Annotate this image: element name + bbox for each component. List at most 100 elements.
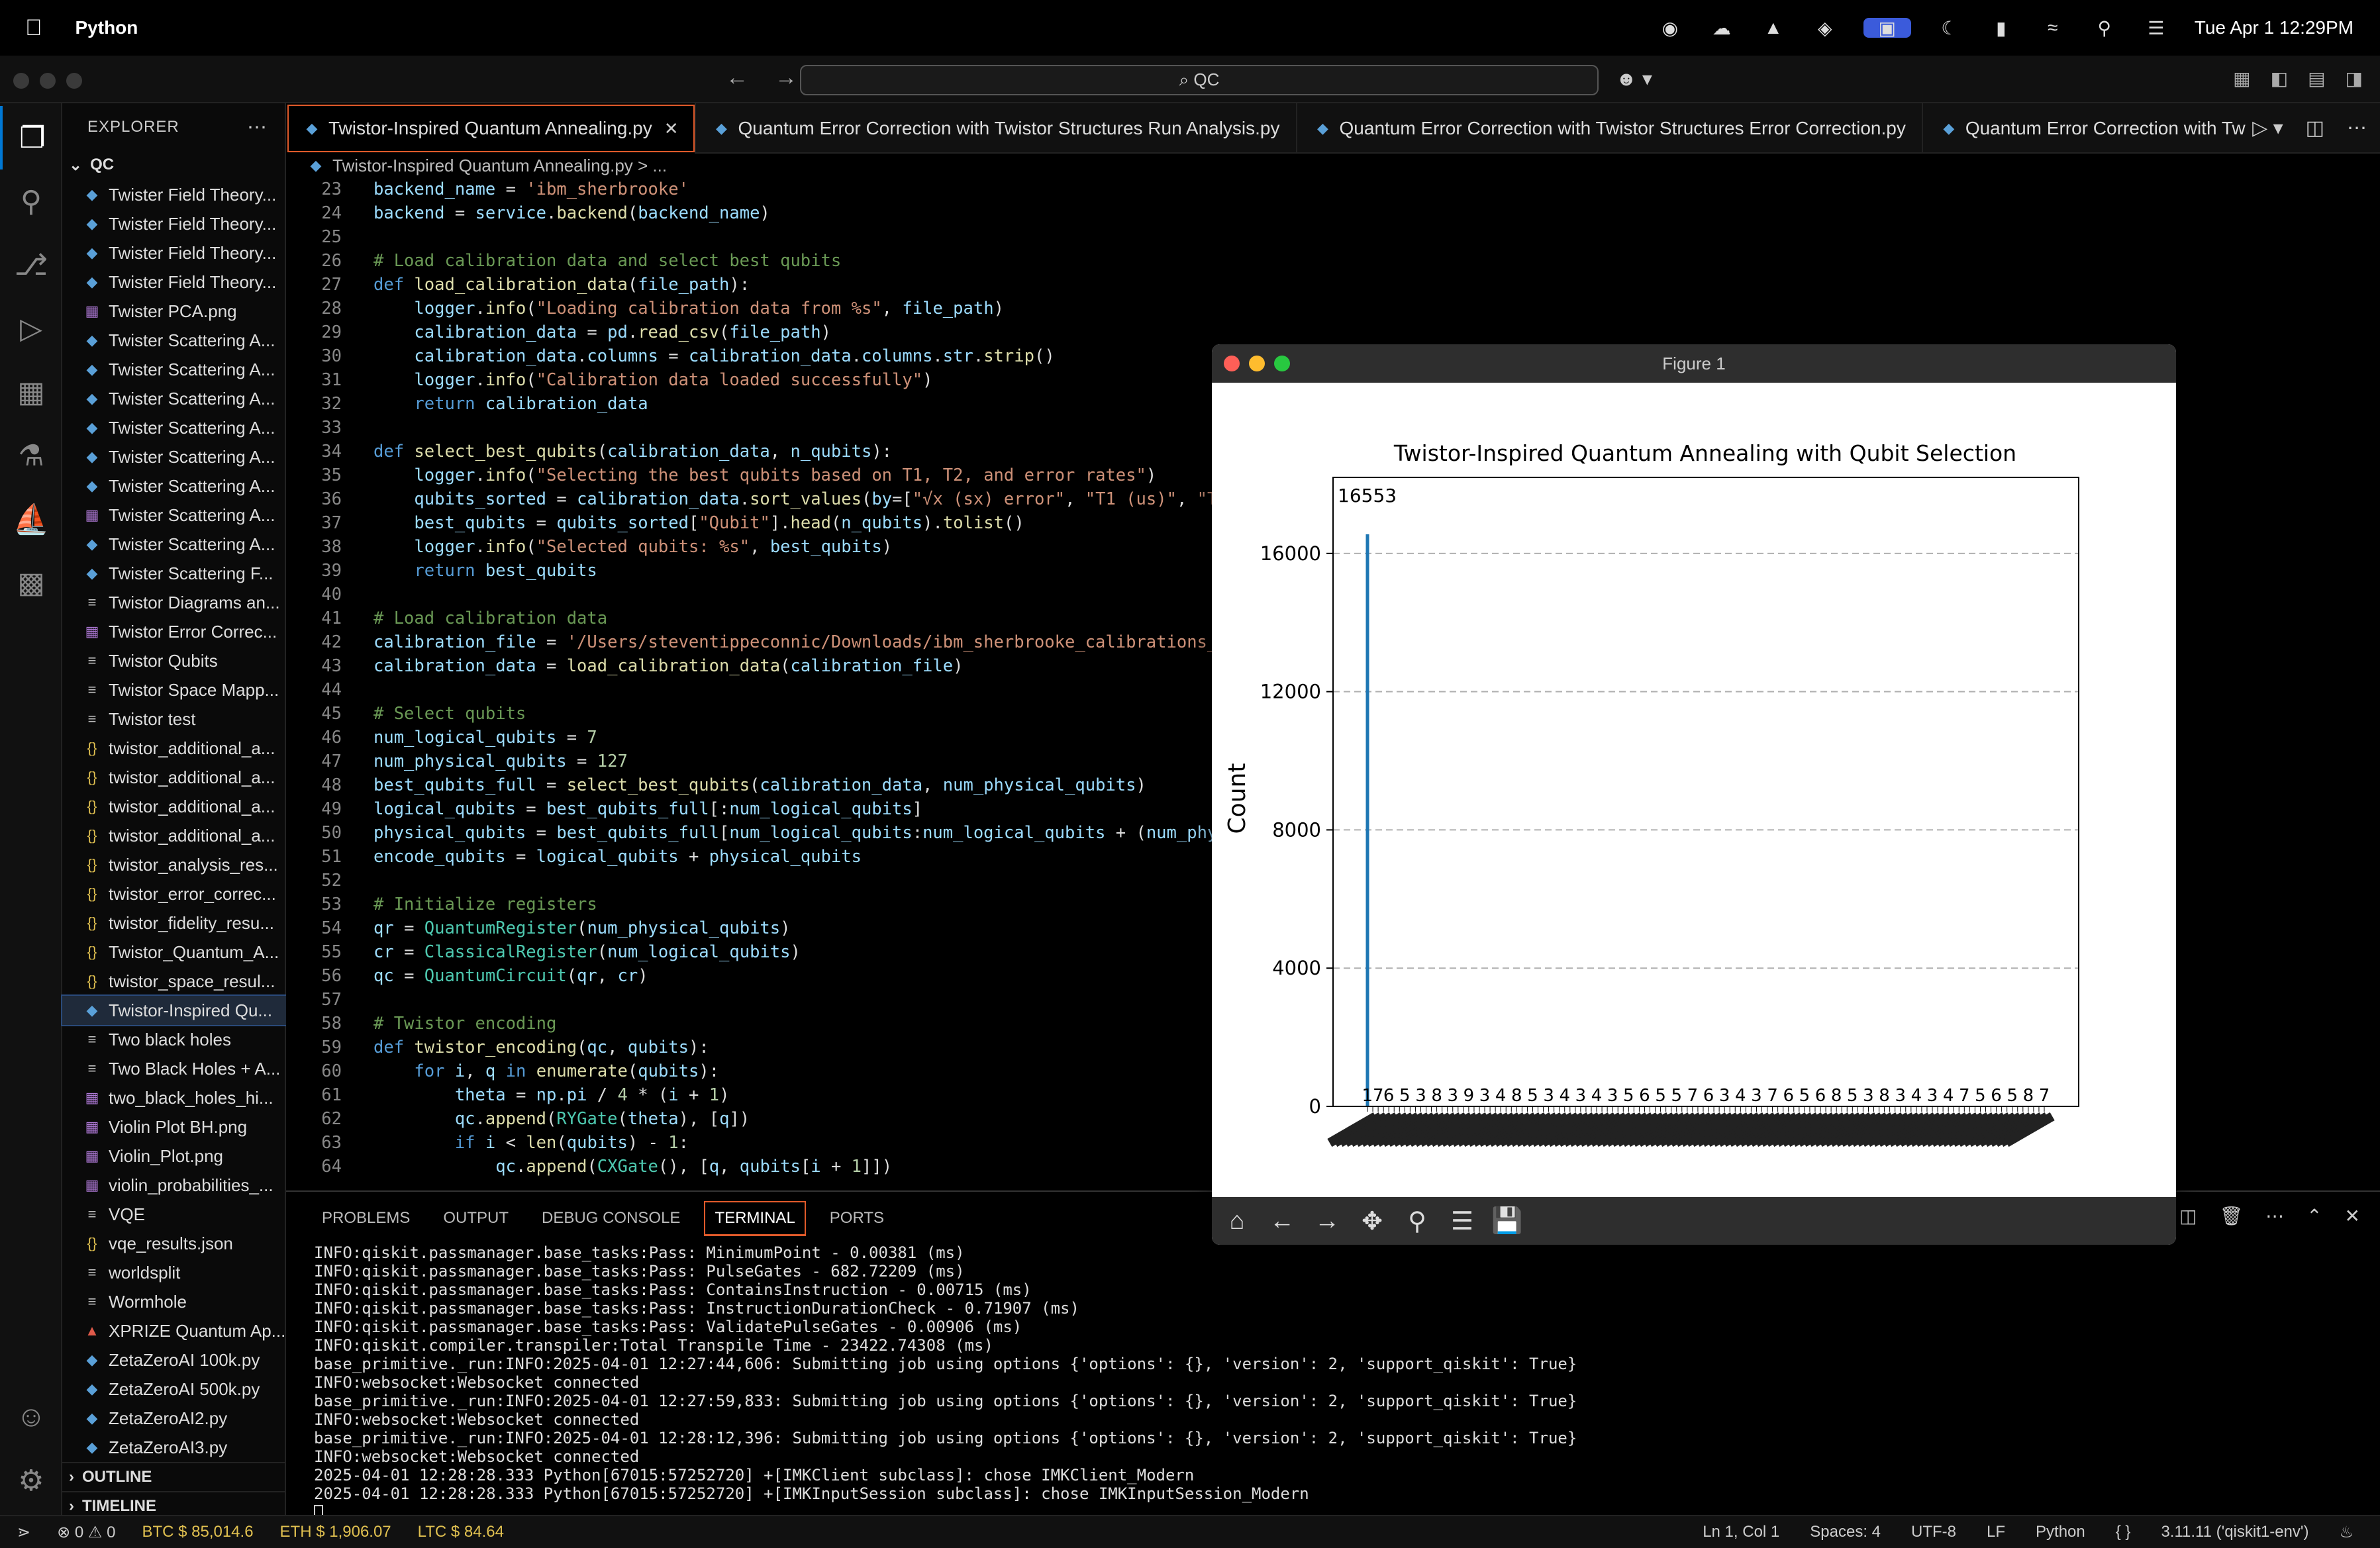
code-line[interactable]: 24 backend = service.backend(backend_name… bbox=[286, 201, 2380, 225]
active-app-name[interactable]: Python bbox=[75, 17, 138, 38]
file-item[interactable]: {} twistor_additional_a... bbox=[62, 763, 286, 792]
docker-whale-icon[interactable]: ⛵ bbox=[0, 487, 62, 551]
outline-section[interactable]: › OUTLINE bbox=[62, 1462, 286, 1491]
wifi-icon[interactable]: ≈ bbox=[2040, 17, 2066, 38]
testing-flask-icon[interactable]: ⚗ bbox=[0, 424, 62, 487]
brain-icon[interactable]: ◉ bbox=[1657, 18, 1683, 38]
close-panel-icon[interactable]: ✕ bbox=[2345, 1205, 2360, 1227]
file-item[interactable]: ▲ XPRIZE Quantum Ap... bbox=[62, 1316, 286, 1345]
window-zoom-button[interactable] bbox=[66, 73, 82, 89]
back-arrow-icon[interactable]: ← bbox=[726, 65, 748, 91]
window-minimize-button[interactable] bbox=[40, 73, 56, 89]
file-item[interactable]: ◆ Twister Scattering A... bbox=[62, 413, 286, 442]
file-item[interactable]: ◆ ZetaZeroAI 100k.py bbox=[62, 1345, 286, 1375]
account-icon[interactable]: ☺ bbox=[0, 1385, 62, 1449]
file-item[interactable]: ◆ ZetaZeroAI2.py bbox=[62, 1404, 286, 1433]
terminal-output[interactable]: INFO:qiskit.passmanager.base_tasks:Pass:… bbox=[314, 1243, 2367, 1522]
tab-problems[interactable]: PROBLEMS bbox=[313, 1202, 419, 1234]
figure-titlebar[interactable]: Figure 1 bbox=[1212, 344, 2176, 383]
file-item[interactable]: ≡ Wormhole bbox=[62, 1287, 286, 1316]
file-item[interactable]: ◆ ZetaZeroAI 500k.py bbox=[62, 1375, 286, 1404]
apple-icon[interactable]:  bbox=[25, 15, 42, 41]
explorer-files-icon[interactable]: ❐ bbox=[0, 106, 62, 169]
tab-qec-error-correction[interactable]: ◆ Quantum Error Correction with Twistor … bbox=[1297, 103, 1923, 154]
cursor-position[interactable]: Ln 1, Col 1 bbox=[1703, 1523, 1779, 1542]
moon-icon[interactable]: ☾ bbox=[1936, 18, 1963, 38]
tab-twistor-inspired-quantum-annealing[interactable]: ◆ Twistor-Inspired Quantum Annealing.py … bbox=[286, 103, 696, 154]
file-item[interactable]: {} twistor_analysis_res... bbox=[62, 850, 286, 879]
workspace-folder[interactable]: ⌄ QC bbox=[62, 151, 285, 179]
home-icon[interactable]: ⌂ bbox=[1221, 1205, 1253, 1237]
file-item[interactable]: {} twistor_fidelity_resu... bbox=[62, 908, 286, 938]
problems-count[interactable]: ⊗ 0 ⚠ 0 bbox=[57, 1523, 115, 1542]
battery-icon[interactable]: ▮ bbox=[1988, 18, 2014, 38]
file-item[interactable]: ≡ Two Black Holes + A... bbox=[62, 1054, 286, 1083]
ltc-price[interactable]: LTC $ 84.64 bbox=[418, 1523, 504, 1541]
pan-move-icon[interactable]: ✥ bbox=[1356, 1205, 1388, 1237]
forward-arrow-icon[interactable]: → bbox=[775, 65, 797, 91]
code-line[interactable]: 26 # Load calibration data and select bes… bbox=[286, 249, 2380, 273]
file-item[interactable]: ◆ Twister Scattering A... bbox=[62, 384, 286, 413]
figure-zoom-button[interactable] bbox=[1274, 356, 1290, 371]
tab-ports[interactable]: PORTS bbox=[820, 1202, 893, 1234]
file-item[interactable]: ≡ Twistor test bbox=[62, 704, 286, 734]
file-encoding[interactable]: UTF-8 bbox=[1911, 1523, 1956, 1542]
file-item[interactable]: ◆ Twister Field Theory... bbox=[62, 209, 286, 238]
breadcrumb-path[interactable]: Twistor-Inspired Quantum Annealing.py > … bbox=[332, 156, 667, 176]
file-item[interactable]: ▦ Twister Scattering A... bbox=[62, 501, 286, 530]
maximize-panel-chevron-up-icon[interactable]: ⌃ bbox=[2306, 1205, 2322, 1227]
menubar-clock[interactable]: Tue Apr 1 12:29PM bbox=[2195, 17, 2354, 38]
file-item[interactable]: {} Twistor_Quantum_A... bbox=[62, 938, 286, 967]
file-item[interactable]: ◆ Twister Field Theory... bbox=[62, 238, 286, 267]
command-center-search[interactable]: ⌕ QC bbox=[800, 65, 1599, 95]
braces-icon[interactable]: { } bbox=[2116, 1523, 2131, 1542]
file-item[interactable]: ▦ Twister PCA.png bbox=[62, 297, 286, 326]
file-item[interactable]: {} twistor_space_resul... bbox=[62, 967, 286, 996]
code-line[interactable]: 28 logger.info("Loading calibration data… bbox=[286, 297, 2380, 320]
back-arrow-icon[interactable]: ← bbox=[1266, 1205, 1298, 1237]
tab-output[interactable]: OUTPUT bbox=[434, 1202, 518, 1234]
file-item[interactable]: ≡ Twistor Space Mapp... bbox=[62, 675, 286, 704]
toggle-secondary-sidebar-icon[interactable]: ◨ bbox=[2346, 68, 2363, 89]
forward-arrow-icon[interactable]: → bbox=[1311, 1205, 1343, 1237]
more-actions-icon[interactable]: ⋯ bbox=[247, 116, 268, 139]
run-debug-icon[interactable]: ▷ bbox=[0, 297, 62, 360]
split-terminal-icon[interactable]: ◫ bbox=[2179, 1205, 2197, 1227]
file-item[interactable]: ◆ Twister Field Theory... bbox=[62, 267, 286, 297]
file-item[interactable]: ◆ Twister Scattering A... bbox=[62, 471, 286, 501]
file-item[interactable]: {} twistor_additional_a... bbox=[62, 792, 286, 821]
zoom-magnifier-icon[interactable]: ⚲ bbox=[1401, 1205, 1433, 1237]
figure-close-button[interactable] bbox=[1224, 356, 1240, 371]
code-line[interactable]: 25 bbox=[286, 225, 2380, 249]
shield-icon[interactable]: ▲ bbox=[1760, 17, 1787, 38]
file-item[interactable]: ◆ ZetaZeroAI3.py bbox=[62, 1433, 286, 1462]
file-item[interactable]: ◆ Twistor-Inspired Qu... bbox=[61, 994, 287, 1026]
spotlight-search-icon[interactable]: ⚲ bbox=[2091, 18, 2118, 38]
file-item[interactable]: {} vqe_results.json bbox=[62, 1229, 286, 1258]
tab-terminal[interactable]: TERMINAL bbox=[704, 1200, 806, 1236]
extensions-icon[interactable]: ▦ bbox=[0, 360, 62, 424]
control-center-icon[interactable]: ☰ bbox=[2143, 18, 2169, 38]
cloud-icon[interactable]: ☁ bbox=[1709, 18, 1735, 38]
toggle-sidebar-icon[interactable]: ◧ bbox=[2271, 68, 2288, 89]
toggle-panel-icon[interactable]: ▤ bbox=[2308, 68, 2325, 89]
tab-qec-truncated[interactable]: ◆ Quantum Error Correction with Tw bbox=[1923, 103, 2261, 154]
file-item[interactable]: ≡ Twistor Diagrams an... bbox=[62, 588, 286, 617]
file-item[interactable]: ▦ Violin_Plot.png bbox=[62, 1141, 286, 1171]
indentation[interactable]: Spaces: 4 bbox=[1810, 1523, 1881, 1542]
file-item[interactable]: ▦ two_black_holes_hi... bbox=[62, 1083, 286, 1112]
split-editor-icon[interactable]: ◫ bbox=[2306, 117, 2324, 140]
language-mode[interactable]: Python bbox=[2036, 1523, 2085, 1542]
copilot-icon[interactable]: ☻ ▾ bbox=[1616, 68, 1652, 91]
end-of-line[interactable]: LF bbox=[1987, 1523, 2005, 1542]
more-actions-icon[interactable]: ⋯ bbox=[2347, 117, 2367, 140]
file-item[interactable]: ◆ Twister Scattering A... bbox=[62, 326, 286, 355]
run-python-file-icon[interactable]: ▷ ▾ bbox=[2252, 117, 2283, 140]
file-item[interactable]: ≡ VQE bbox=[62, 1200, 286, 1229]
file-item[interactable]: ◆ Twister Scattering A... bbox=[62, 530, 286, 559]
kill-terminal-trash-icon[interactable]: 🗑 bbox=[2220, 1205, 2244, 1227]
file-item[interactable]: ▦ Twistor Error Correc... bbox=[62, 617, 286, 646]
close-icon[interactable]: ✕ bbox=[664, 119, 679, 139]
tab-qec-run-analysis[interactable]: ◆ Quantum Error Correction with Twistor … bbox=[696, 103, 1297, 154]
file-item[interactable]: ◆ Twister Scattering A... bbox=[62, 355, 286, 384]
